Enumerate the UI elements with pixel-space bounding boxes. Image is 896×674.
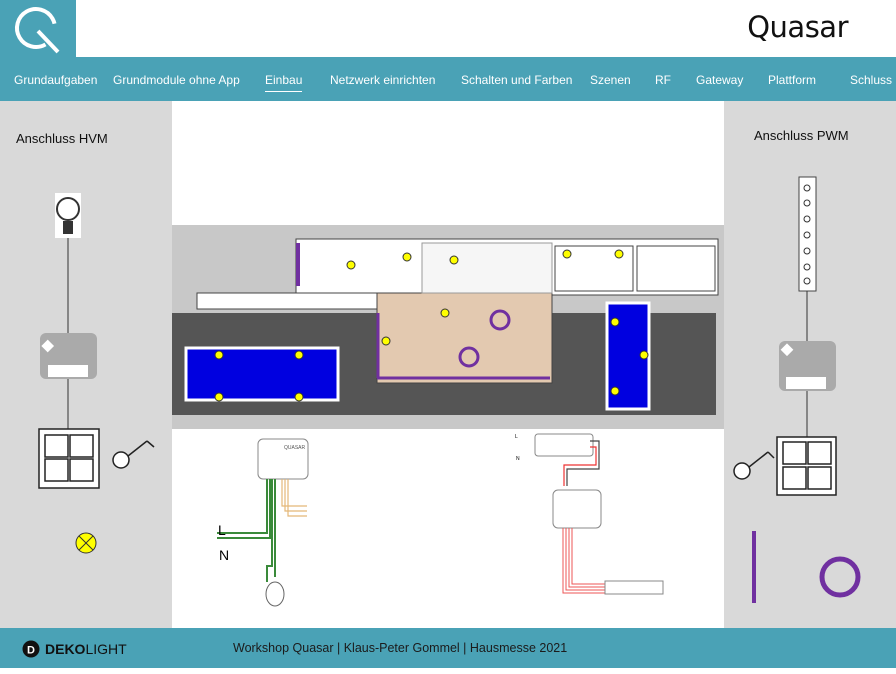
hvm-l-label: L xyxy=(218,522,226,538)
pushbutton-symbol-icon xyxy=(112,440,155,469)
brand-bold: DEKO xyxy=(45,641,86,657)
bulb-icon[interactable] xyxy=(55,193,81,238)
nav-gateway[interactable]: Gateway xyxy=(696,73,743,87)
pwm-components xyxy=(733,176,861,603)
nav-rf[interactable]: RF xyxy=(655,73,671,87)
brand-light: LIGHT xyxy=(85,641,127,657)
nav-einbau[interactable]: Einbau xyxy=(265,73,303,92)
hvm-n-label: N xyxy=(219,547,229,563)
dekolight-d-icon: D xyxy=(22,640,40,658)
svg-text:D: D xyxy=(27,645,35,657)
pool-left xyxy=(184,346,340,402)
switch-icon[interactable] xyxy=(776,436,837,496)
quasar-logo-tile[interactable] xyxy=(0,0,76,57)
module-label: QUASAR xyxy=(284,445,306,451)
hvm-module-icon[interactable] xyxy=(40,333,97,379)
hvm-components xyxy=(38,193,155,554)
floor-plan[interactable]: QUASAR L N L N xyxy=(172,101,724,628)
lamp-symbol-icon[interactable] xyxy=(75,532,97,554)
pwm-wiring-diagram: L N xyxy=(515,433,664,595)
nav-schluss[interactable]: Schluss xyxy=(850,73,892,87)
q-logo-icon xyxy=(14,6,60,54)
nav-netzwerk[interactable]: Netzwerk einrichten xyxy=(330,73,435,87)
main-nav: Grundaufgaben Grundmodule ohne App Einba… xyxy=(0,57,896,101)
left-panel: Anschluss HVM xyxy=(0,101,172,628)
footer-text: Workshop Quasar | Klaus-Peter Gommel | H… xyxy=(233,641,568,655)
brand-wordmark: Quasar xyxy=(747,10,848,44)
hvm-wiring-diagram: QUASAR L N xyxy=(217,438,309,607)
content-area: QUASAR L N L N xyxy=(172,101,724,628)
pwm-n-label: N xyxy=(516,456,520,462)
switch-icon[interactable] xyxy=(38,428,100,489)
pwm-l-label: L xyxy=(515,434,518,440)
led-ring-symbol xyxy=(819,556,861,598)
right-panel: Anschluss PWM xyxy=(724,101,896,628)
dekolight-logo: D DEKOLIGHT xyxy=(22,640,127,658)
nav-grundmodule[interactable]: Grundmodule ohne App xyxy=(113,73,240,87)
led-strip-icon[interactable] xyxy=(798,176,817,292)
nav-grundaufgaben[interactable]: Grundaufgaben xyxy=(14,73,97,87)
nav-schalten[interactable]: Schalten und Farben xyxy=(461,73,572,87)
pwm-module-icon[interactable] xyxy=(779,341,836,391)
footer: D DEKOLIGHT Workshop Quasar | Klaus-Pete… xyxy=(0,628,896,668)
nav-szenen[interactable]: Szenen xyxy=(590,73,631,87)
nav-plattform[interactable]: Plattform xyxy=(768,73,816,87)
pushbutton-symbol-icon xyxy=(733,451,775,480)
